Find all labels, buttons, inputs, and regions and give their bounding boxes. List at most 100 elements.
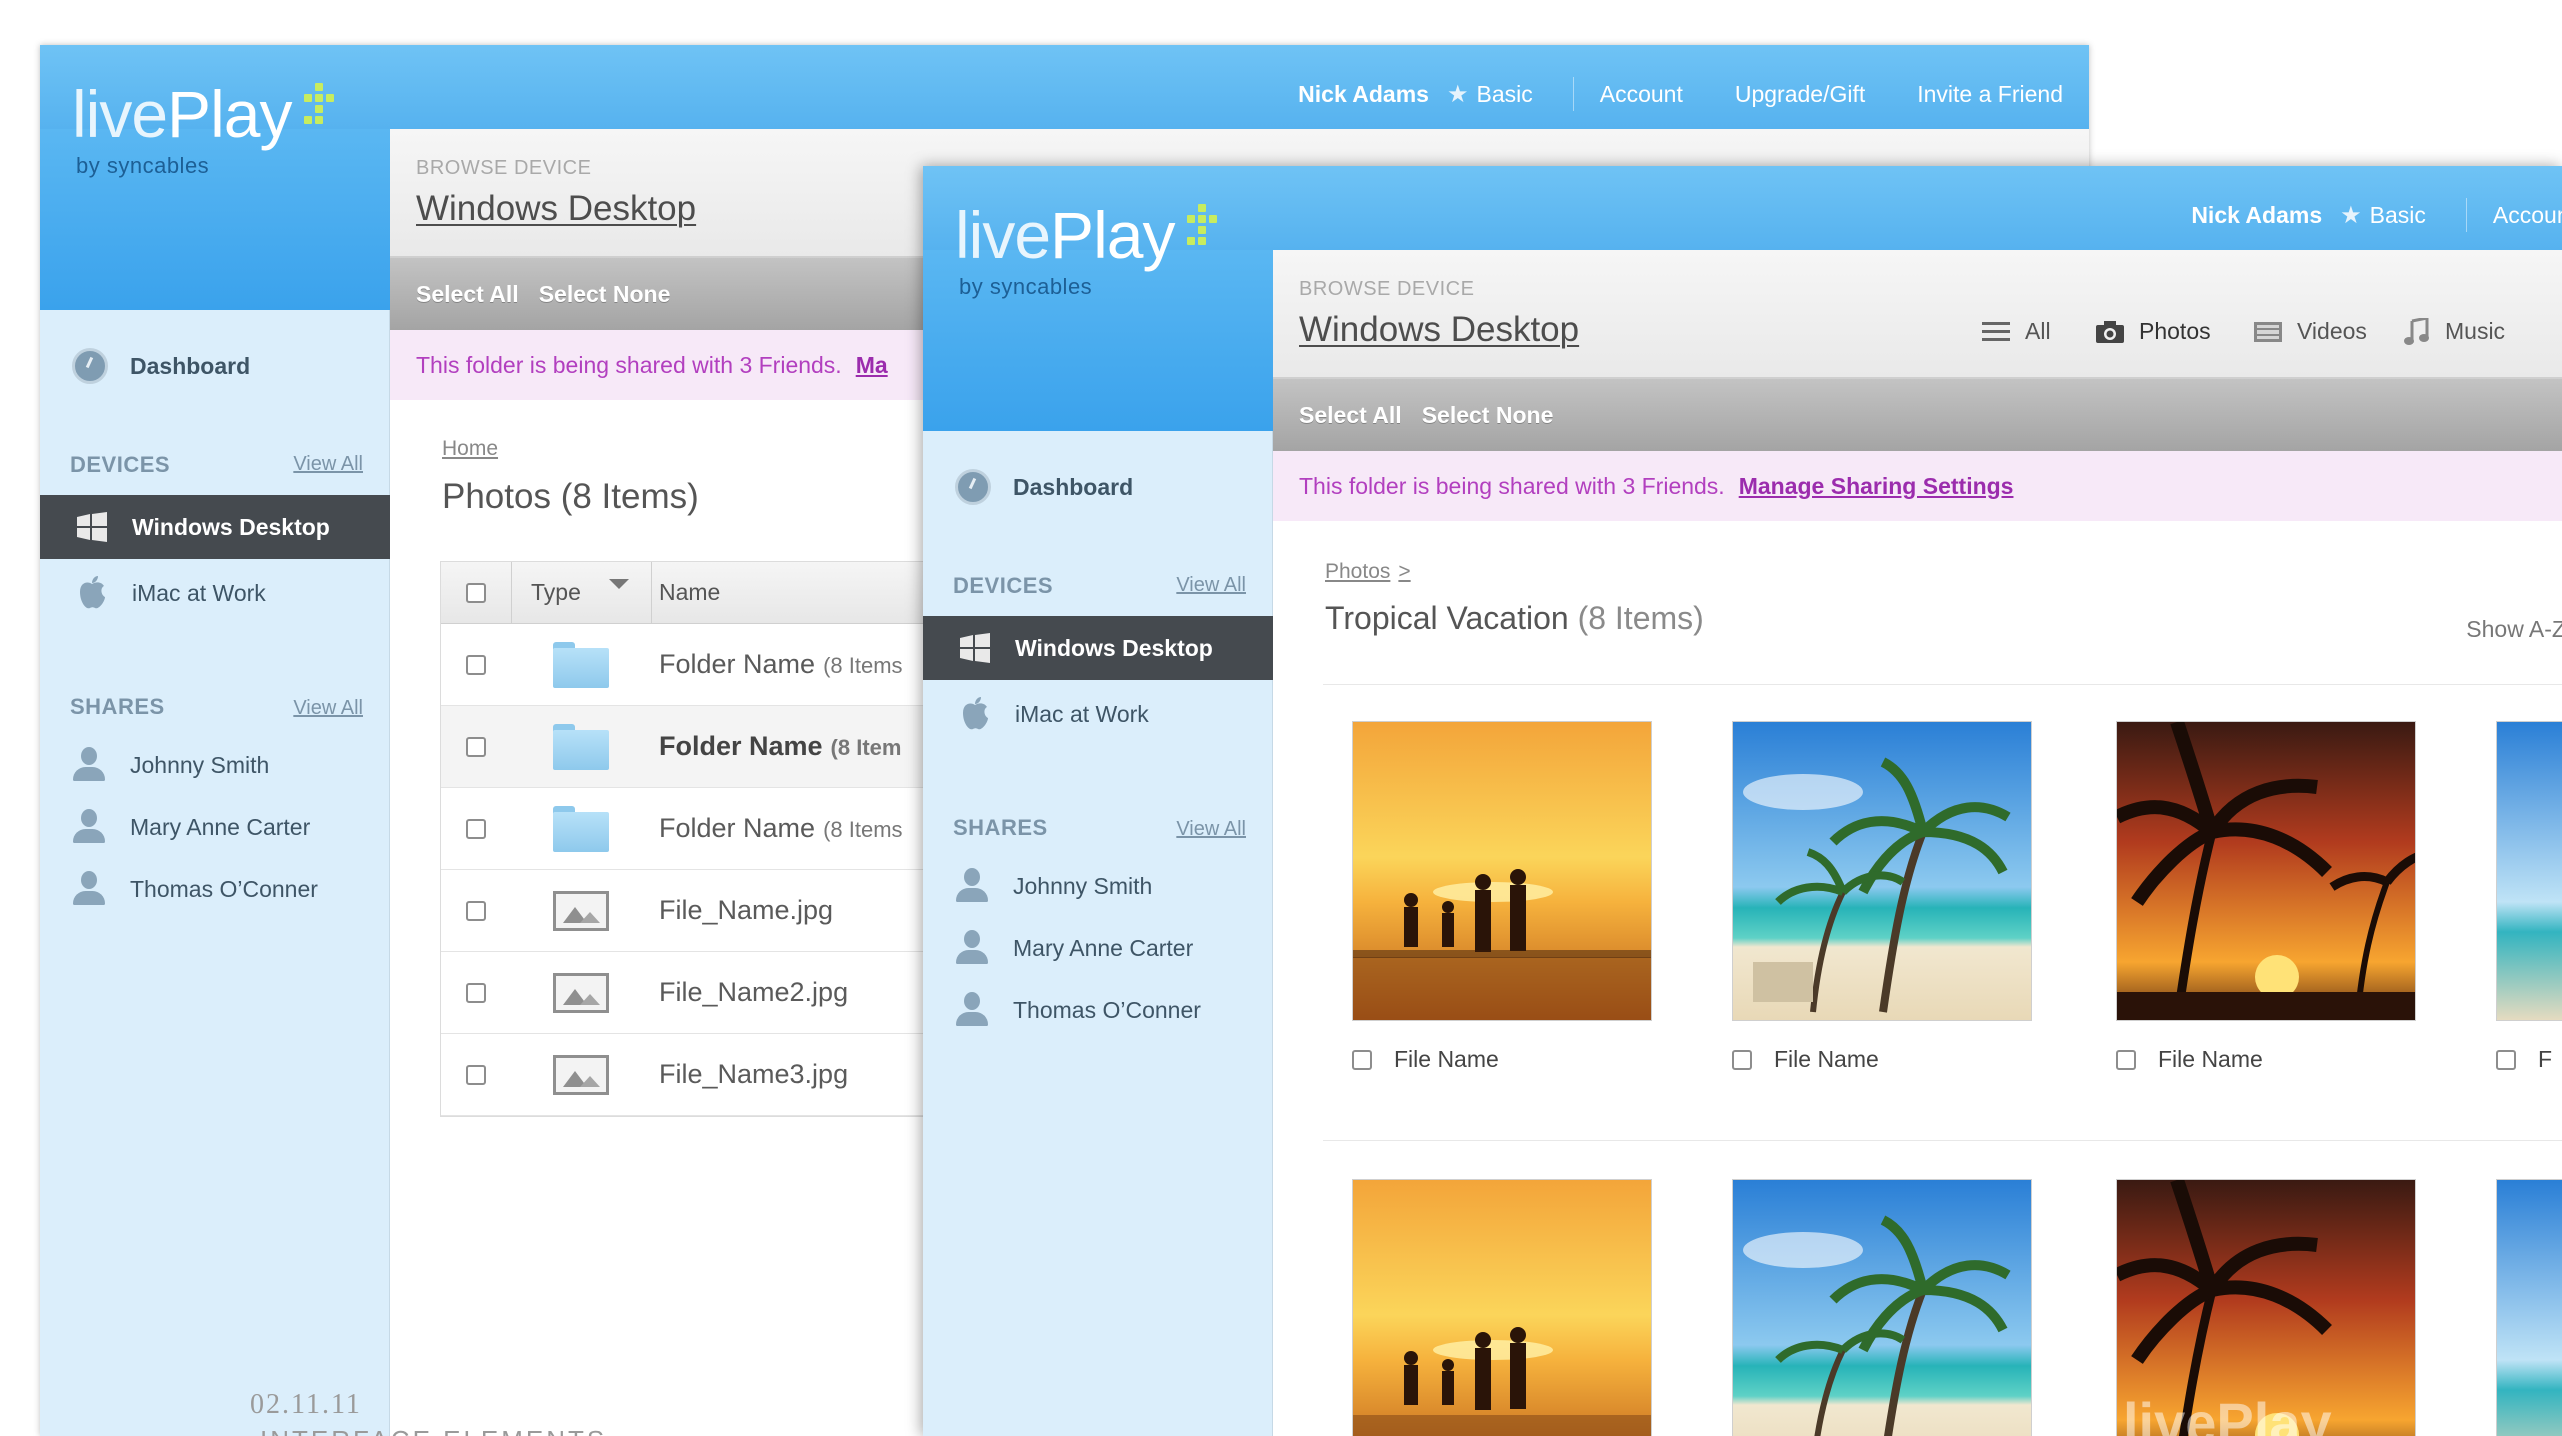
- apple-icon: [74, 575, 110, 611]
- share-item-johnny-smith[interactable]: Johnny Smith: [72, 747, 269, 783]
- row-name: Folder Name: [659, 649, 816, 679]
- folder-icon: [553, 641, 609, 688]
- user-name-link[interactable]: Nick Adams: [1298, 81, 1429, 108]
- filter-all[interactable]: All: [1981, 318, 2051, 345]
- chevron-down-icon: [608, 579, 629, 589]
- filter-photos[interactable]: Photos: [2095, 318, 2211, 345]
- row-name: Folder Name: [659, 813, 816, 843]
- person-icon: [955, 930, 989, 966]
- photo-thumb-beach-partial[interactable]: [2496, 721, 2562, 1021]
- share-label: Thomas O’Conner: [1013, 996, 1201, 1023]
- row-checkbox[interactable]: [466, 1064, 486, 1085]
- nav-divider: [1572, 77, 1574, 111]
- photo-file-name: File Name: [1774, 1046, 1879, 1072]
- filter-music[interactable]: Music: [2401, 317, 2506, 345]
- photo-caption[interactable]: File Name: [1732, 1046, 1879, 1073]
- sidebar-item-label: iMac at Work: [1015, 700, 1149, 727]
- logo-byline: by syncables: [76, 153, 210, 178]
- sidebar-item-label: Windows Desktop: [1015, 634, 1213, 661]
- liveplay-logo[interactable]: livePlay by syncables: [72, 81, 334, 179]
- shares-view-all-link[interactable]: View All: [1176, 818, 1246, 841]
- row-checkbox[interactable]: [466, 654, 486, 675]
- share-label: Mary Anne Carter: [1013, 934, 1194, 961]
- photo-thumb-palm-beach[interactable]: [1732, 721, 2032, 1021]
- photo-thumb-sunset-family[interactable]: [1352, 1179, 1652, 1436]
- share-item-mary-anne-carter[interactable]: Mary Anne Carter: [955, 930, 1193, 966]
- photo-caption[interactable]: File Name: [1352, 1046, 1499, 1073]
- filter-label: Music: [2445, 318, 2506, 344]
- row-name: File_Name2.jpg: [659, 977, 849, 1007]
- share-item-thomas-oconner[interactable]: Thomas O’Conner: [955, 992, 1201, 1028]
- liveplay-logo[interactable]: livePlay by syncables: [955, 202, 1217, 300]
- plan-label[interactable]: Basic: [2370, 202, 2426, 229]
- select-all-button[interactable]: Select All: [1299, 402, 1402, 429]
- photo-thumb-palm-sunset[interactable]: livePlay: [2116, 1179, 2416, 1436]
- upgrade-gift-link[interactable]: Upgrade/Gift: [1735, 81, 1865, 108]
- photo-checkbox[interactable]: [2116, 1049, 2136, 1070]
- list-icon: [1981, 319, 2011, 345]
- row-checkbox[interactable]: [466, 900, 486, 921]
- select-all-button[interactable]: Select All: [416, 281, 519, 308]
- devices-view-all-link[interactable]: View All: [1176, 574, 1246, 597]
- windows-icon: [74, 509, 110, 545]
- invite-friend-link[interactable]: Invite a Friend: [1917, 81, 2063, 108]
- sharing-notice-text: This folder is being shared with 3 Frien…: [416, 351, 842, 378]
- type-column-header[interactable]: Type: [511, 579, 651, 606]
- photo-checkbox[interactable]: [1732, 1049, 1752, 1070]
- dashboard-link[interactable]: Dashboard: [955, 469, 1133, 505]
- device-title-link[interactable]: Windows Desktop: [1299, 310, 1579, 350]
- filter-videos[interactable]: Videos: [2253, 318, 2367, 345]
- share-item-mary-anne-carter[interactable]: Mary Anne Carter: [72, 809, 310, 845]
- select-none-button[interactable]: Select None: [1422, 402, 1554, 429]
- shares-view-all-link[interactable]: View All: [293, 697, 363, 720]
- row-checkbox[interactable]: [466, 818, 486, 839]
- share-label: Thomas O’Conner: [130, 875, 318, 902]
- devices-heading: DEVICES: [70, 452, 171, 477]
- manage-sharing-link[interactable]: Manage Sharing Settings: [1739, 473, 2014, 500]
- row-checkbox[interactable]: [466, 736, 486, 757]
- logo-live: live: [72, 77, 168, 151]
- sidebar-item-windows-desktop[interactable]: Windows Desktop: [40, 495, 390, 559]
- breadcrumb-home-link[interactable]: Home: [442, 437, 498, 461]
- sort-a-z-button[interactable]: Show A-Z: [2466, 616, 2562, 643]
- share-item-thomas-oconner[interactable]: Thomas O’Conner: [72, 871, 318, 907]
- dashboard-link[interactable]: Dashboard: [72, 348, 250, 384]
- user-name-link[interactable]: Nick Adams: [2191, 202, 2322, 229]
- row-checkbox[interactable]: [466, 982, 486, 1003]
- photo-thumb-sunset-family[interactable]: [1352, 721, 1652, 1021]
- photo-checkbox[interactable]: [1352, 1049, 1372, 1070]
- album-count: (8 Items): [1577, 600, 1704, 636]
- photo-checkbox[interactable]: [2496, 1049, 2516, 1070]
- sidebar-item-label: Windows Desktop: [132, 513, 330, 540]
- sidebar-item-imac-at-work[interactable]: iMac at Work: [923, 682, 1273, 746]
- sidebar-item-windows-desktop[interactable]: Windows Desktop: [923, 616, 1273, 680]
- person-icon: [955, 868, 989, 904]
- person-icon: [72, 871, 106, 907]
- select-all-checkbox[interactable]: [466, 582, 486, 603]
- account-link[interactable]: Account: [1600, 81, 1683, 108]
- image-file-icon: [553, 890, 609, 931]
- plan-label[interactable]: Basic: [1476, 81, 1532, 108]
- account-link[interactable]: Account: [2493, 202, 2562, 229]
- share-item-johnny-smith[interactable]: Johnny Smith: [955, 868, 1152, 904]
- photo-thumb-beach-partial[interactable]: [2496, 1179, 2562, 1436]
- logo-live: live: [955, 198, 1051, 272]
- photo-thumb-palm-sunset[interactable]: [2116, 721, 2416, 1021]
- sidebar: Dashboard DEVICES View All Windows Deskt…: [40, 310, 390, 1436]
- photo-caption[interactable]: File Name: [2116, 1046, 2263, 1073]
- breadcrumb-photos-link[interactable]: Photos: [1325, 560, 1390, 584]
- person-icon: [72, 747, 106, 783]
- sidebar-item-imac-at-work[interactable]: iMac at Work: [40, 561, 390, 625]
- star-icon: ★: [2340, 201, 2362, 229]
- manage-sharing-link[interactable]: Ma: [856, 352, 888, 379]
- sidebar-item-label: iMac at Work: [132, 579, 266, 606]
- select-none-button[interactable]: Select None: [539, 281, 671, 308]
- device-title-link[interactable]: Windows Desktop: [416, 189, 696, 229]
- devices-view-all-link[interactable]: View All: [293, 453, 363, 476]
- photo-caption[interactable]: F: [2496, 1046, 2552, 1073]
- devices-heading: DEVICES: [953, 573, 1054, 598]
- section-title: Photos (8 Items): [442, 477, 699, 516]
- share-label: Mary Anne Carter: [130, 813, 311, 840]
- photo-thumb-palm-beach[interactable]: [1732, 1179, 2032, 1436]
- breadcrumb-separator: >: [1398, 560, 1411, 583]
